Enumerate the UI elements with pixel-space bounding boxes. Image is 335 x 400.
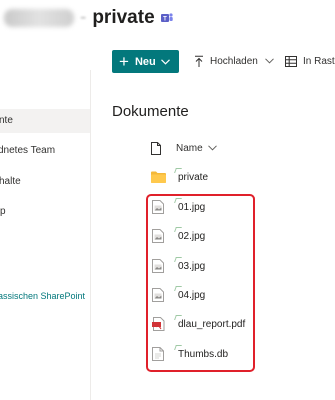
new-button-label: Neu (134, 55, 156, 68)
list-item[interactable]: 01.jpg (150, 196, 335, 218)
list-item[interactable]: 02.jpg (150, 225, 335, 247)
pdf-file-icon (150, 317, 166, 331)
nav-item-label: p (0, 206, 6, 217)
nav-item-contents[interactable]: halte (0, 170, 90, 194)
nav-item-documents[interactable]: nte (0, 109, 90, 133)
chevron-down-icon[interactable] (207, 145, 217, 151)
upload-button[interactable]: Hochladen (194, 52, 274, 70)
list-item[interactable]: 03.jpg (150, 255, 335, 277)
teams-icon[interactable]: T (160, 12, 173, 24)
image-file-icon (150, 229, 166, 243)
generic-file-icon (150, 347, 166, 361)
site-header: - private T (0, 4, 173, 32)
chevron-down-icon (264, 58, 274, 64)
file-name: 01.jpg (178, 201, 206, 213)
image-file-icon (150, 288, 166, 302)
file-name: 04.jpg (178, 289, 206, 301)
column-header: Name (148, 138, 335, 158)
file-name: Thumbs.db (178, 348, 229, 360)
nav-item-team[interactable]: dnetes Team (0, 139, 90, 163)
file-name: 02.jpg (178, 230, 206, 242)
svg-text:T: T (163, 17, 167, 23)
nav-item-label: dnetes Team (0, 145, 56, 156)
file-name: 03.jpg (178, 260, 206, 272)
grid-view-label: In Raste (303, 55, 335, 67)
file-name: dlau_report.pdf (178, 318, 246, 330)
classic-sharepoint-label: assischen SharePoint (0, 291, 86, 301)
image-file-icon (150, 200, 166, 214)
file-type-icon[interactable] (151, 141, 161, 155)
list-item[interactable]: Thumbs.db (150, 343, 335, 365)
plus-icon: + (119, 52, 129, 71)
title-separator: - (80, 7, 87, 28)
image-file-icon (150, 259, 166, 273)
chevron-down-icon (160, 58, 170, 65)
list-item[interactable]: dlau_report.pdf (150, 313, 335, 335)
list-item[interactable]: private (150, 166, 335, 188)
classic-sharepoint-link[interactable]: assischen SharePoint (0, 284, 90, 308)
upload-icon (195, 55, 203, 67)
left-navigation: nte dnetes Team halte p assischen ShareP… (0, 70, 91, 400)
grid-icon (285, 55, 297, 67)
file-name: private (178, 171, 209, 183)
nav-item-cut[interactable]: p (0, 200, 90, 224)
site-name[interactable]: private (92, 7, 154, 29)
new-button[interactable]: + Neu (112, 50, 179, 73)
nav-item-label: halte (0, 176, 21, 187)
upload-label: Hochladen (210, 55, 258, 67)
nav-item-label: nte (0, 115, 13, 126)
grid-view-button[interactable]: In Raste (285, 52, 335, 70)
folder-icon (150, 171, 166, 183)
blurred-site-name (4, 9, 74, 27)
list-item[interactable]: 04.jpg (150, 284, 335, 306)
name-column-header[interactable]: Name (176, 143, 203, 154)
library-title: Dokumente (112, 103, 189, 120)
command-bar: + Neu Hochladen In Raste (100, 46, 335, 76)
